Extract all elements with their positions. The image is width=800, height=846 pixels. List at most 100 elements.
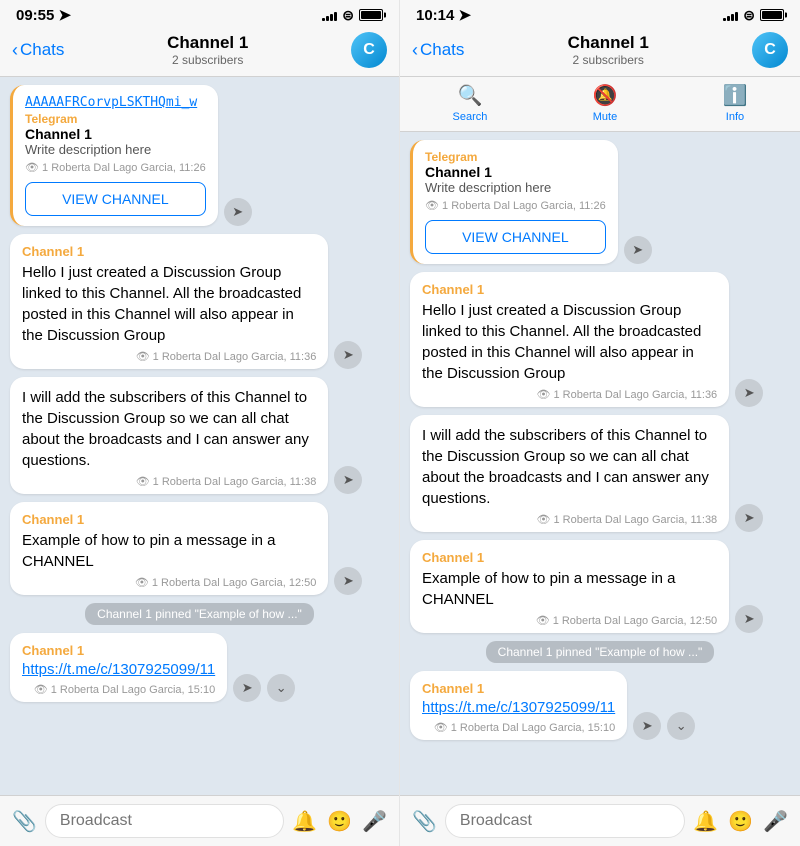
nav-bar: ‹ Chats Channel 1 2 subscribers C <box>400 28 800 77</box>
view-icon: 👁 <box>537 388 551 401</box>
back-button[interactable]: ‹ Chats <box>12 40 64 61</box>
avatar[interactable]: C <box>351 32 387 68</box>
forward-button[interactable]: ➤ <box>334 341 362 369</box>
message-sender: Channel 1 <box>422 550 717 565</box>
wifi-icon: ⊜ <box>743 7 755 24</box>
channel-title: Channel 1 <box>167 33 248 53</box>
channel-url: AAAAAFRCorvpLSKTHQmi_w <box>25 95 206 110</box>
message-link[interactable]: https://t.me/c/1307925099/11 <box>22 661 215 678</box>
message-text: Hello I just created a Discussion Group … <box>22 262 316 346</box>
message-row: Channel 1 Example of how to pin a messag… <box>10 502 389 595</box>
battery-icon <box>359 9 383 21</box>
telegram-label: Telegram <box>25 112 206 126</box>
message-meta: 👁 1 Roberta Dal Lago Garcia, 15:10 <box>422 721 615 734</box>
channel-desc: Write description here <box>425 180 606 195</box>
broadcast-input[interactable] <box>445 804 685 838</box>
toolbar-item-search[interactable]: 🔍 Search <box>453 83 488 123</box>
forward-button[interactable]: ➤ <box>735 504 763 532</box>
sticker-icon[interactable]: 🙂 <box>728 809 753 834</box>
forward-button[interactable]: ➤ <box>233 674 261 702</box>
scroll-down-button[interactable]: ⌄ <box>267 674 295 702</box>
link-bubble: Channel 1 https://t.me/c/1307925099/11 👁… <box>410 671 627 740</box>
view-icon: 👁 <box>434 721 448 734</box>
mic-icon[interactable]: 🎤 <box>362 809 387 834</box>
message-row: I will add the subscribers of this Chann… <box>410 415 790 532</box>
message-meta: 👁 1 Roberta Dal Lago Garcia, 11:38 <box>422 513 717 526</box>
meta-text: 1 Roberta Dal Lago Garcia, 12:50 <box>152 577 317 589</box>
view-channel-button[interactable]: VIEW CHANNEL <box>25 182 206 216</box>
back-label: Chats <box>420 40 464 60</box>
system-message: Channel 1 pinned "Example of how ..." <box>85 603 314 625</box>
attach-icon[interactable]: 📎 <box>12 809 37 834</box>
status-bar: 10:14 ➤ ⊜ <box>400 0 800 28</box>
input-bar: 📎 🔔 🙂 🎤 <box>400 795 800 846</box>
forward-button[interactable]: ➤ <box>735 605 763 633</box>
mic-icon[interactable]: 🎤 <box>763 809 788 834</box>
broadcast-input[interactable] <box>45 804 284 838</box>
message-sender: Channel 1 <box>422 681 615 696</box>
message-row: Channel 1 Hello I just created a Discuss… <box>10 234 389 369</box>
bell-icon[interactable]: 🔔 <box>292 809 317 834</box>
channel-name: Channel 1 <box>25 126 206 142</box>
message-bubble: Channel 1 Example of how to pin a messag… <box>10 502 328 595</box>
meta-text: 1 Roberta Dal Lago Garcia, 11:36 <box>153 351 317 363</box>
view-icon: 👁 <box>536 614 550 627</box>
forward-button[interactable]: ➤ <box>735 379 763 407</box>
intro-bubble: AAAAAFRCorvpLSKTHQmi_w Telegram Channel … <box>10 85 218 226</box>
screen-2: 10:14 ➤ ⊜ ‹ Chats Channel 1 2 subscriber… <box>400 0 800 846</box>
meta-text: 1 Roberta Dal Lago Garcia, 11:36 <box>554 389 718 401</box>
view-icon: 👁 <box>136 475 150 488</box>
channel-name: Channel 1 <box>425 164 606 180</box>
info-icon: ℹ️ <box>723 83 748 108</box>
meta-text: 1 Roberta Dal Lago Garcia, 11:38 <box>153 476 317 488</box>
intro-meta: 👁 1 Roberta Dal Lago Garcia, 11:26 <box>25 161 206 174</box>
back-label: Chats <box>20 40 64 60</box>
input-actions: 🔔 🙂 🎤 <box>292 809 387 834</box>
channel-subtitle: 2 subscribers <box>568 53 649 67</box>
message-text: Example of how to pin a message in a CHA… <box>422 568 717 610</box>
view-icon: 👁 <box>34 683 48 696</box>
avatar[interactable]: C <box>752 32 788 68</box>
nav-center: Channel 1 2 subscribers <box>167 33 248 67</box>
toolbar-item-info[interactable]: ℹ️ Info <box>723 83 748 123</box>
scroll-down-button[interactable]: ⌄ <box>667 712 695 740</box>
mute-icon: 🔕 <box>593 83 618 108</box>
status-indicators: ⊜ <box>322 7 383 24</box>
toolbar-item-mute[interactable]: 🔕 Mute <box>593 83 618 123</box>
message-row: I will add the subscribers of this Chann… <box>10 377 389 494</box>
forward-button[interactable]: ➤ <box>334 567 362 595</box>
screen-1: 09:55 ➤ ⊜ ‹ Chats Channel 1 2 subscriber… <box>0 0 400 846</box>
view-channel-button[interactable]: VIEW CHANNEL <box>425 220 606 254</box>
bell-icon[interactable]: 🔔 <box>693 809 718 834</box>
toolbar: 🔍 Search 🔕 Mute ℹ️ Info <box>400 77 800 132</box>
message-link[interactable]: https://t.me/c/1307925099/11 <box>422 699 615 716</box>
intro-bubble-row: AAAAAFRCorvpLSKTHQmi_w Telegram Channel … <box>10 85 389 226</box>
chat-area: Telegram Channel 1 Write description her… <box>400 132 800 795</box>
channel-title: Channel 1 <box>568 33 649 53</box>
nav-bar: ‹ Chats Channel 1 2 subscribers C <box>0 28 399 77</box>
message-text: I will add the subscribers of this Chann… <box>22 387 316 471</box>
view-icon: 👁 <box>135 576 149 589</box>
sticker-icon[interactable]: 🙂 <box>327 809 352 834</box>
message-bubble: Channel 1 Hello I just created a Discuss… <box>10 234 328 369</box>
toolbar-label: Search <box>453 111 488 123</box>
intro-meta: 👁 1 Roberta Dal Lago Garcia, 11:26 <box>425 199 606 212</box>
forward-button[interactable]: ➤ <box>624 236 652 264</box>
wifi-icon: ⊜ <box>342 7 354 24</box>
intro-bubble-row: Telegram Channel 1 Write description her… <box>410 140 790 264</box>
message-meta: 👁 1 Roberta Dal Lago Garcia, 12:50 <box>422 614 717 627</box>
forward-button[interactable]: ➤ <box>334 466 362 494</box>
message-sender: Channel 1 <box>22 244 316 259</box>
status-bar: 09:55 ➤ ⊜ <box>0 0 399 28</box>
message-text: Example of how to pin a message in a CHA… <box>22 530 316 572</box>
message-bubble: Channel 1 Example of how to pin a messag… <box>410 540 729 633</box>
status-indicators: ⊜ <box>723 7 784 24</box>
input-actions: 🔔 🙂 🎤 <box>693 809 788 834</box>
meta-text: 1 Roberta Dal Lago Garcia, 15:10 <box>451 722 616 734</box>
forward-button[interactable]: ➤ <box>633 712 661 740</box>
back-button[interactable]: ‹ Chats <box>412 40 464 61</box>
telegram-label: Telegram <box>425 150 606 164</box>
forward-button[interactable]: ➤ <box>224 198 252 226</box>
attach-icon[interactable]: 📎 <box>412 809 437 834</box>
message-text: I will add the subscribers of this Chann… <box>422 425 717 509</box>
